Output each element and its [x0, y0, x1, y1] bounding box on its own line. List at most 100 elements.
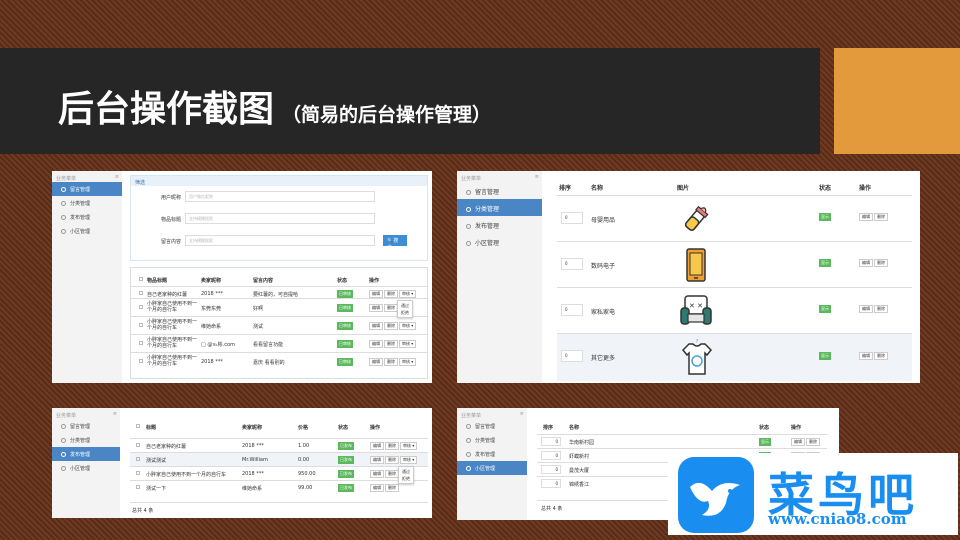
- delete-button[interactable]: 删除: [385, 470, 399, 478]
- menu-icon[interactable]: ≡: [115, 174, 119, 180]
- sidebar-item-community[interactable]: 小区管理: [457, 233, 542, 250]
- sidebar-item-comments[interactable]: 留言管理: [52, 419, 120, 433]
- delete-button[interactable]: 删除: [874, 259, 888, 267]
- sidebar-item-publish[interactable]: 发布管理: [457, 447, 527, 461]
- order-input[interactable]: 0: [541, 465, 561, 474]
- delete-button[interactable]: 删除: [806, 438, 820, 446]
- delete-button[interactable]: 删除: [874, 213, 888, 221]
- table-row: 0 其它更多 ? 显示 编辑 删除: [557, 333, 912, 381]
- edit-button[interactable]: 编辑: [369, 358, 383, 366]
- reject-option[interactable]: 拒绝: [401, 309, 409, 316]
- edit-button[interactable]: 编辑: [859, 305, 873, 313]
- col-header: 状态: [759, 425, 770, 431]
- edit-button[interactable]: 编辑: [369, 340, 383, 348]
- select-all-checkbox[interactable]: [139, 277, 143, 281]
- col-header: 排序: [543, 425, 554, 431]
- sidebar-item-community[interactable]: 小区管理: [457, 461, 527, 475]
- edit-button[interactable]: 编辑: [369, 290, 383, 298]
- review-dropdown[interactable]: 审核 ▾: [399, 322, 417, 330]
- edit-button[interactable]: 编辑: [859, 352, 873, 360]
- delete-button[interactable]: 删除: [384, 290, 398, 298]
- row-checkbox[interactable]: [139, 291, 143, 295]
- delete-button[interactable]: 删除: [874, 305, 888, 313]
- menu-icon[interactable]: ≡: [535, 174, 539, 180]
- delete-button[interactable]: 删除: [384, 304, 398, 312]
- order-input[interactable]: 0: [561, 258, 583, 270]
- sidebar-item-comments[interactable]: 留言管理: [457, 182, 542, 199]
- content-input[interactable]: 支持模糊搜索: [185, 235, 375, 246]
- delete-button[interactable]: 删除: [384, 322, 398, 330]
- status-badge: 已发布: [338, 442, 354, 450]
- search-button[interactable]: 🔍搜索: [383, 235, 407, 251]
- title-input[interactable]: 支持模糊搜索: [185, 213, 375, 224]
- row-checkbox[interactable]: [136, 457, 140, 461]
- nickname-input[interactable]: 用户微信昵称: [185, 191, 375, 202]
- sidebar-item-categories[interactable]: 分类管理: [52, 196, 122, 210]
- order-input[interactable]: 0: [561, 350, 583, 362]
- delete-button[interactable]: 删除: [384, 340, 398, 348]
- gear-icon: [61, 438, 66, 443]
- sidebar-item-publish[interactable]: 发布管理: [52, 210, 122, 224]
- review-dropdown[interactable]: 审核 ▾: [399, 358, 417, 366]
- cell-price: 99.00: [298, 485, 313, 491]
- delete-button[interactable]: 删除: [874, 352, 888, 360]
- review-dropdown[interactable]: 审核 ▾: [400, 442, 418, 450]
- row-checkbox[interactable]: [136, 485, 140, 489]
- review-dropdown[interactable]: 审核 ▾: [400, 456, 418, 464]
- edit-button[interactable]: 编辑: [370, 470, 384, 478]
- reject-option[interactable]: 拒绝: [402, 475, 410, 482]
- sidebar-item-community[interactable]: 小区管理: [52, 224, 122, 238]
- table-row: 小胖家自己使用不到一个月的自行车 2018 *** 嘉庆 看看别的 已审核 编辑…: [131, 352, 427, 370]
- edit-button[interactable]: 编辑: [370, 484, 384, 492]
- edit-button[interactable]: 编辑: [369, 322, 383, 330]
- review-dropdown[interactable]: 审核 ▾: [399, 340, 417, 348]
- smartphone-icon: [686, 248, 706, 282]
- select-all-checkbox[interactable]: [136, 424, 140, 428]
- row-checkbox[interactable]: [139, 305, 143, 309]
- row-checkbox[interactable]: [139, 359, 143, 363]
- edit-button[interactable]: 编辑: [791, 438, 805, 446]
- order-input[interactable]: 0: [541, 479, 561, 488]
- sidebar-item-comments[interactable]: 留言管理: [457, 419, 527, 433]
- review-dropdown[interactable]: 审核 ▾: [399, 290, 417, 298]
- gear-icon: [466, 438, 471, 443]
- delete-button[interactable]: 删除: [385, 442, 399, 450]
- table-row: 0 数码电子 显示 编辑 删除: [557, 241, 912, 287]
- col-header: 排序: [559, 185, 572, 192]
- order-input[interactable]: 0: [541, 451, 561, 460]
- cell-title: 小胖家自己使用不到一个月的自行车: [147, 355, 198, 367]
- order-input[interactable]: 0: [561, 212, 583, 224]
- edit-button[interactable]: 编辑: [370, 456, 384, 464]
- row-checkbox[interactable]: [136, 443, 140, 447]
- row-checkbox[interactable]: [139, 341, 143, 345]
- sidebar-item-community[interactable]: 小区管理: [52, 461, 120, 475]
- table-row: 测试测试 Mr.William 0.00 已发布 编辑 删除 审核 ▾: [130, 452, 428, 466]
- menu-icon[interactable]: ≡: [113, 411, 117, 417]
- sidebar-item-publish[interactable]: 发布管理: [457, 216, 542, 233]
- sidebar-item-categories[interactable]: 分类管理: [457, 199, 542, 216]
- sidebar-item-publish[interactable]: 发布管理: [52, 447, 120, 461]
- delete-button[interactable]: 删除: [384, 358, 398, 366]
- delete-button[interactable]: 删除: [385, 484, 399, 492]
- sidebar: 业务菜单 ≡ 留言管理 分类管理 发布管理 小区管理: [457, 408, 527, 520]
- table-footer: 总共 4 条: [130, 502, 428, 514]
- cell-seller: 维她命系: [242, 486, 263, 492]
- row-checkbox[interactable]: [136, 471, 140, 475]
- field-label: 物品标题: [161, 217, 182, 223]
- edit-button[interactable]: 编辑: [370, 442, 384, 450]
- edit-button[interactable]: 编辑: [859, 213, 873, 221]
- sidebar-item-comments[interactable]: 留言管理: [52, 182, 122, 196]
- edit-button[interactable]: 编辑: [859, 259, 873, 267]
- approve-option[interactable]: 通过: [402, 468, 410, 475]
- page-subtitle: （简易的后台操作管理）: [282, 104, 492, 126]
- sidebar-item-categories[interactable]: 分类管理: [52, 433, 120, 447]
- edit-button[interactable]: 编辑: [369, 304, 383, 312]
- cell-seller: 2018 ***: [201, 359, 223, 365]
- order-input[interactable]: 0: [541, 437, 561, 446]
- menu-icon[interactable]: ≡: [520, 411, 524, 417]
- row-checkbox[interactable]: [139, 323, 143, 327]
- delete-button[interactable]: 删除: [385, 456, 399, 464]
- sidebar-item-categories[interactable]: 分类管理: [457, 433, 527, 447]
- approve-option[interactable]: 通过: [401, 302, 409, 309]
- order-input[interactable]: 0: [561, 304, 583, 316]
